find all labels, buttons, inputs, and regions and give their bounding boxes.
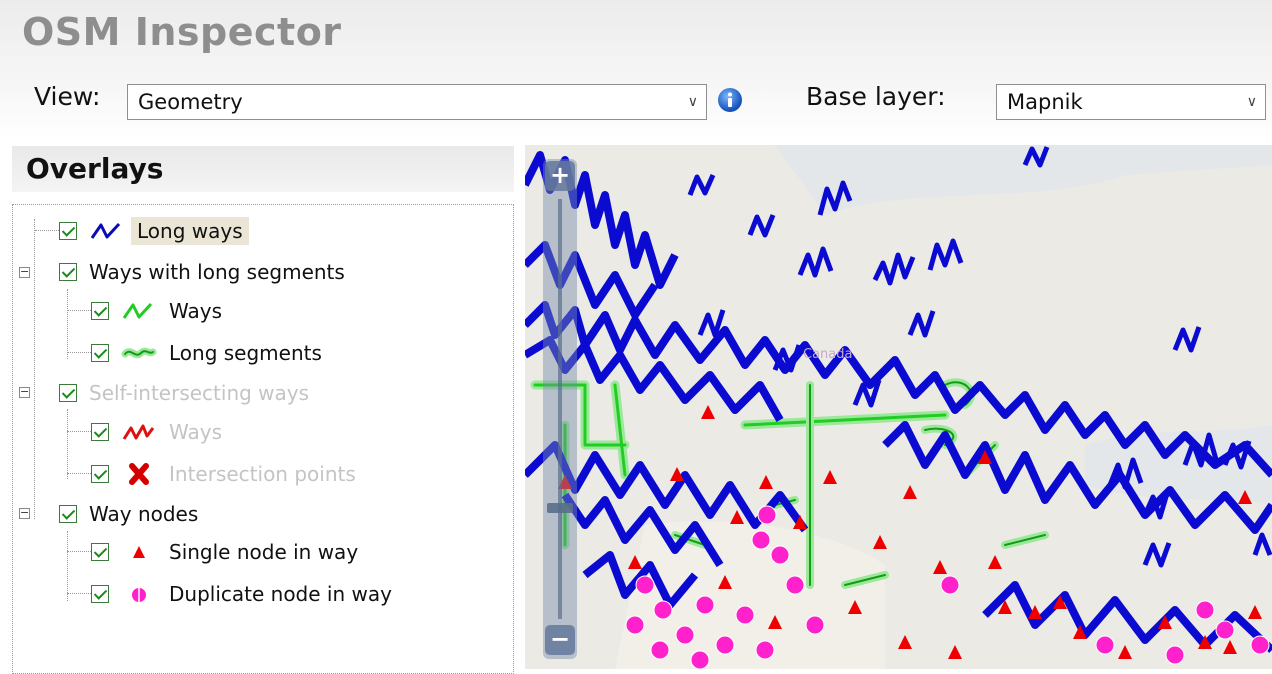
map-view[interactable]: Canada + −	[525, 145, 1272, 669]
base-layer-select[interactable]: Mapnik ∨	[996, 84, 1266, 120]
ways-checkbox[interactable]	[91, 423, 109, 441]
overlay-label: Ways with long segments	[89, 260, 345, 284]
tree-connector	[67, 431, 91, 432]
collapse-toggle-ways-with-long-segments[interactable]: −	[19, 266, 30, 278]
overlay-single-node-in-way[interactable]: Single node in way	[91, 534, 358, 570]
overlay-label: Self-intersecting ways	[89, 381, 310, 405]
red-ways-icon	[122, 424, 155, 440]
tree-connector	[34, 219, 35, 519]
overlay-intersection-points[interactable]: Intersection points	[91, 456, 356, 492]
overlay-label: Single node in way	[169, 540, 359, 564]
collapse-toggle-self-intersecting-ways[interactable]: −	[19, 386, 30, 398]
overlay-long-segments[interactable]: Long segments	[91, 335, 322, 371]
ways-checkbox[interactable]	[91, 302, 109, 320]
tree-connector	[35, 230, 59, 231]
long-ways-icon	[90, 222, 121, 239]
overlay-ways-long-segments-ways[interactable]: Ways	[91, 293, 222, 329]
ways-with-long-segments-checkbox[interactable]	[59, 263, 77, 281]
overlay-label: Way nodes	[89, 502, 199, 526]
overlay-way-nodes[interactable]: Way nodes	[59, 496, 198, 532]
chevron-down-icon: ∨	[1246, 94, 1257, 110]
map-place-label: Canada	[803, 347, 853, 362]
duplicate-node-checkbox[interactable]	[91, 585, 109, 603]
zoom-slider-handle[interactable]	[547, 503, 573, 513]
view-select[interactable]: Geometry ∨	[127, 84, 707, 120]
view-select-value: Geometry	[138, 90, 243, 114]
collapse-toggle-way-nodes[interactable]: −	[19, 507, 30, 519]
long-ways-checkbox[interactable]	[59, 222, 77, 240]
zoom-control[interactable]: + −	[543, 159, 577, 659]
overlays-tree: − − − Long ways Ways with long segments …	[12, 204, 514, 674]
info-icon[interactable]	[717, 87, 743, 113]
way-nodes-checkbox[interactable]	[59, 505, 77, 523]
tree-connector	[67, 310, 91, 311]
red-x-icon	[129, 463, 149, 485]
zoom-in-button[interactable]: +	[545, 161, 575, 191]
tree-connector	[67, 352, 91, 353]
overlay-label: Long ways	[131, 217, 249, 245]
header: OSM Inspector View: Geometry ∨ Base laye…	[0, 0, 1272, 140]
overlay-duplicate-node-in-way[interactable]: Duplicate node in way	[91, 576, 392, 612]
app-title: OSM Inspector	[22, 10, 342, 54]
single-node-checkbox[interactable]	[91, 543, 109, 561]
overlay-self-intersecting-ways-ways[interactable]: Ways	[91, 414, 222, 450]
base-layer-select-value: Mapnik	[1007, 90, 1083, 114]
map-overlay-layer	[525, 145, 1272, 669]
overlay-ways-with-long-segments[interactable]: Ways with long segments	[59, 254, 345, 290]
zoom-out-button[interactable]: −	[545, 625, 575, 655]
intersection-points-checkbox[interactable]	[91, 465, 109, 483]
long-segments-checkbox[interactable]	[91, 344, 109, 362]
base-layer-label: Base layer:	[806, 82, 946, 111]
tree-connector	[67, 289, 68, 359]
tree-connector	[67, 593, 91, 594]
overlay-self-intersecting-ways[interactable]: Self-intersecting ways	[59, 375, 309, 411]
tree-connector	[67, 551, 91, 552]
magenta-dot-icon	[132, 588, 146, 602]
zoom-slider-track[interactable]	[558, 199, 562, 619]
view-label: View:	[34, 82, 101, 111]
overlays-title: Overlays	[12, 146, 514, 192]
green-segment-icon	[121, 347, 157, 359]
tree-connector	[67, 409, 68, 479]
overlay-long-ways[interactable]: Long ways	[59, 213, 249, 249]
overlay-label: Duplicate node in way	[169, 582, 392, 606]
overlay-label: Ways	[169, 299, 223, 323]
tree-connector	[67, 531, 68, 601]
tree-connector	[67, 473, 91, 474]
self-intersecting-ways-checkbox[interactable]	[59, 384, 77, 402]
overlay-label: Ways	[169, 420, 223, 444]
chevron-down-icon: ∨	[687, 94, 698, 110]
red-triangle-icon	[133, 546, 145, 558]
overlay-label: Intersection points	[169, 462, 356, 486]
overlay-label: Long segments	[169, 341, 322, 365]
green-ways-icon	[122, 302, 153, 319]
